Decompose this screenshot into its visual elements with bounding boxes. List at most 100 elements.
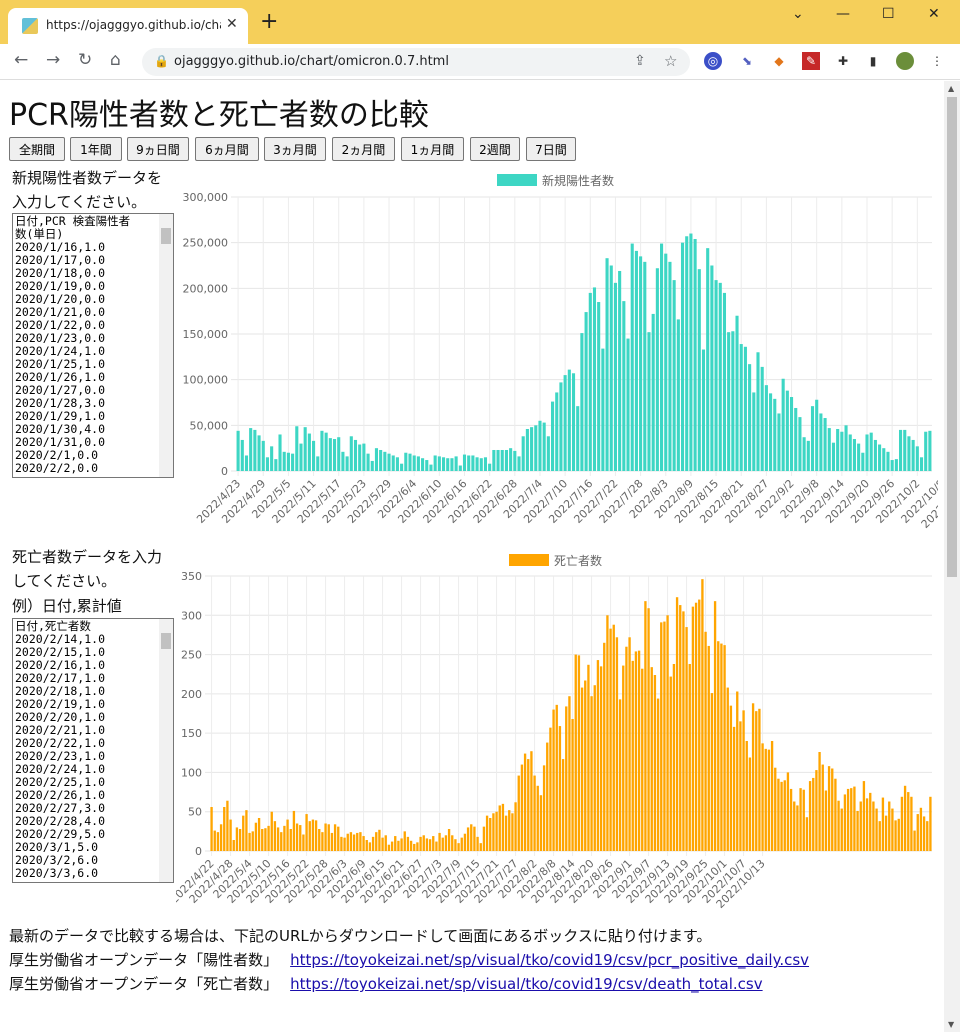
bar — [395, 457, 399, 471]
bar — [796, 805, 799, 851]
bar — [340, 836, 343, 851]
bookmark-star-icon[interactable]: ☆ — [664, 52, 677, 70]
extension-icon[interactable]: ✎ — [802, 52, 820, 70]
bar — [752, 392, 756, 471]
bar — [697, 269, 701, 471]
bar — [748, 364, 752, 471]
lock-icon[interactable]: 🔒 — [154, 54, 169, 68]
bar — [438, 832, 441, 851]
bar — [596, 660, 600, 851]
death-input-example: 例）日付,累計値 — [12, 597, 122, 615]
profile-avatar-icon[interactable] — [896, 52, 914, 70]
range-button-3m[interactable]: 3ヵ月間 — [264, 137, 326, 161]
positive-csv-link[interactable]: https://toyokeizai.net/sp/visual/tko/cov… — [290, 951, 809, 969]
scroll-down-icon[interactable]: ▼ — [948, 1020, 954, 1029]
bar — [422, 835, 425, 851]
bar — [371, 836, 375, 851]
bar — [555, 704, 558, 851]
extension-icon[interactable]: ◆ — [770, 52, 788, 70]
address-bar[interactable]: 🔒 ojagggyo.github.io/chart/omicron.0.7.h… — [142, 48, 690, 76]
bar — [492, 449, 496, 471]
minimize-icon[interactable]: — — [836, 6, 850, 22]
page-scrollbar[interactable]: ▲ ▼ — [944, 81, 960, 1032]
bar — [479, 843, 482, 851]
side-panel-icon[interactable]: ▮ — [864, 52, 882, 70]
death-csv-link[interactable]: https://toyokeizai.net/sp/visual/tko/cov… — [290, 975, 763, 993]
tab-title: https://ojagggyo.github.io/chart/ — [46, 18, 221, 32]
positive-data-textarea[interactable] — [12, 213, 174, 478]
range-button-7d[interactable]: 7日間 — [526, 137, 576, 161]
bar — [609, 265, 613, 471]
bar — [888, 801, 891, 851]
range-button-2w[interactable]: 2週間 — [470, 137, 520, 161]
scrollbar-thumb[interactable] — [947, 97, 957, 577]
bar — [475, 457, 479, 471]
bar — [848, 434, 852, 471]
bar — [655, 268, 659, 471]
bar — [379, 449, 383, 471]
menu-icon[interactable]: ⋮ — [928, 52, 946, 70]
browser-toolbar: ← → ↻ ⌂ 🔒 ojagggyo.github.io/chart/omicr… — [0, 44, 960, 80]
bar — [349, 436, 353, 471]
forward-icon[interactable]: → — [46, 50, 60, 70]
bar — [291, 453, 295, 471]
positive-textarea-scrollbar[interactable] — [159, 214, 173, 477]
bar — [584, 312, 588, 471]
bar — [381, 837, 384, 851]
bar — [706, 248, 710, 471]
page-title: PCR陽性者数と死亡者数の比較 — [9, 98, 429, 133]
tab-search-icon[interactable]: ⌄ — [792, 6, 804, 22]
bar — [669, 676, 672, 851]
bar — [254, 822, 258, 851]
bar — [666, 615, 669, 851]
bar — [450, 458, 454, 471]
url-text[interactable]: ojagggyo.github.io/chart/omicron.0.7.htm… — [174, 54, 449, 69]
bar — [919, 457, 924, 471]
bar — [488, 463, 492, 471]
bar — [643, 261, 647, 471]
bar — [479, 458, 483, 471]
bar — [276, 827, 280, 851]
close-tab-icon[interactable]: ✕ — [226, 16, 238, 32]
bar — [244, 455, 249, 471]
share-icon[interactable]: ⇪ — [634, 53, 646, 69]
bar — [916, 814, 919, 851]
range-button-1m[interactable]: 1ヵ月間 — [401, 137, 464, 161]
range-button-1y[interactable]: 1年間 — [70, 137, 122, 161]
range-button-2m[interactable]: 2ヵ月間 — [332, 137, 395, 161]
bar — [919, 807, 923, 851]
scroll-up-icon[interactable]: ▲ — [948, 84, 954, 93]
reload-icon[interactable]: ↻ — [78, 50, 92, 70]
extension-icon[interactable]: ✚ — [834, 52, 852, 70]
extension-icon[interactable]: ⬊ — [738, 52, 756, 70]
bar — [717, 641, 720, 851]
bar — [760, 366, 764, 471]
bar — [261, 829, 264, 851]
bar — [878, 821, 881, 851]
extension-icon[interactable]: ◎ — [704, 52, 722, 70]
bar — [609, 628, 612, 851]
bar — [660, 243, 664, 471]
browser-tab[interactable]: https://ojagggyo.github.io/chart/ ✕ — [8, 8, 248, 44]
close-window-icon[interactable]: ✕ — [928, 6, 940, 22]
bar — [605, 258, 609, 471]
bar — [693, 239, 697, 471]
home-icon[interactable]: ⌂ — [110, 50, 121, 70]
bar — [308, 821, 311, 851]
death-textarea-scrollbar[interactable] — [159, 619, 173, 882]
new-tab-icon[interactable]: + — [260, 11, 278, 33]
bar — [650, 667, 653, 851]
bar — [929, 796, 932, 851]
bar — [802, 789, 805, 851]
bar — [924, 431, 928, 471]
death-data-textarea[interactable] — [12, 618, 174, 883]
bar — [280, 832, 283, 851]
range-button-6m[interactable]: 6ヵ月間 — [195, 137, 259, 161]
back-icon[interactable]: ← — [14, 50, 28, 70]
range-button-9[interactable]: 9ヵ日間 — [127, 137, 189, 161]
bar — [358, 444, 362, 471]
range-button-all[interactable]: 全期間 — [9, 137, 65, 161]
bar — [922, 816, 926, 851]
maximize-icon[interactable]: ☐ — [882, 6, 895, 22]
bar — [321, 832, 324, 851]
